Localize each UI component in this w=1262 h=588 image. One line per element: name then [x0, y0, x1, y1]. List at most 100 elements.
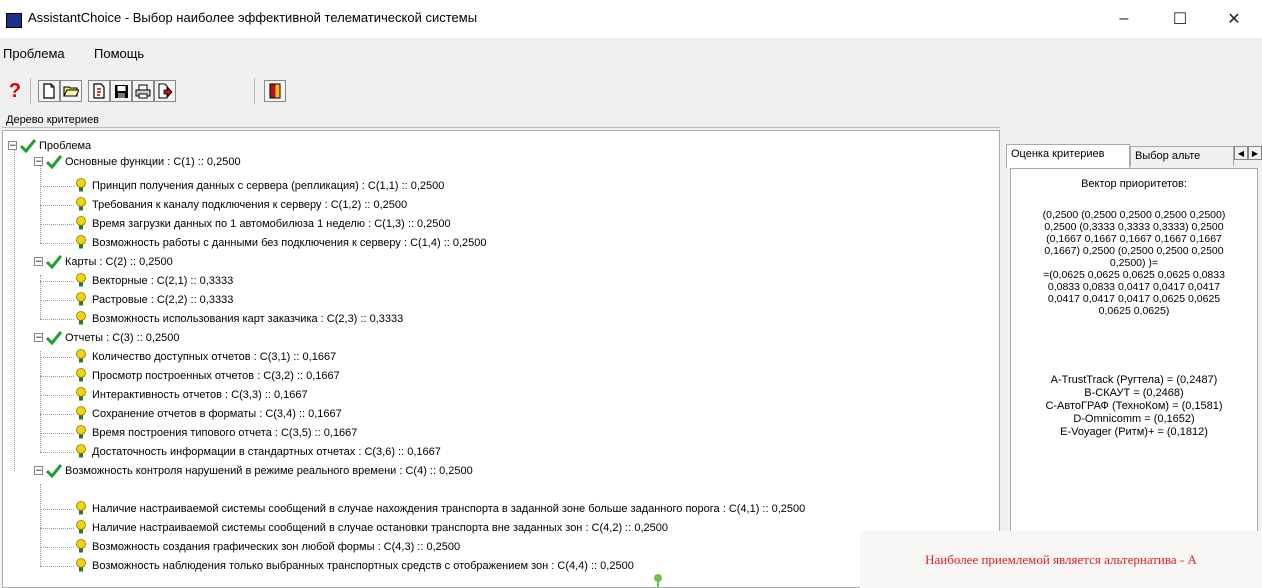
tree-node-leaf[interactable]: Наличие настраиваемой системы сообщений … — [75, 518, 668, 537]
tree-node-leaf[interactable]: Сохранение отчетов в форматы : C(3,4) ::… — [75, 404, 342, 423]
criteria-tree-panel: Дерево критериев − Проблема − Основные ф… — [2, 114, 1000, 588]
lightbulb-icon — [76, 387, 86, 401]
tree-connector — [40, 205, 74, 206]
lightbulb-icon — [76, 311, 86, 325]
menu-problem[interactable]: Проблема — [3, 46, 65, 61]
tab-bar: Оценка критериев Выбор альте ◀ ▶ — [1006, 144, 1262, 168]
exit-icon — [269, 83, 281, 99]
app-icon — [6, 13, 22, 28]
tree-connector — [40, 509, 74, 510]
tree-connector — [40, 566, 74, 567]
tree-connector — [40, 300, 74, 301]
menu-help[interactable]: Помощь — [94, 46, 144, 61]
tab-scroll-left-icon[interactable]: ◀ — [1234, 146, 1248, 160]
open-button[interactable] — [60, 80, 82, 102]
tree-connector — [40, 395, 74, 396]
tree-connector — [40, 433, 74, 434]
lightbulb-icon — [76, 368, 86, 382]
tree-connector — [40, 452, 74, 453]
check-icon — [46, 154, 62, 169]
tree-connector — [14, 147, 15, 471]
tree-node-leaf[interactable]: Интерактивность отчетов : C(3,3) :: 0,16… — [75, 385, 308, 404]
tree-node-leaf[interactable]: Возможность использования карт заказчика… — [75, 309, 403, 328]
tree-node-leaf[interactable]: Растровые : C(2,2) :: 0,3333 — [75, 290, 233, 309]
alternative-item: E-Voyager (Ритм)+ = (0,1812) — [1060, 426, 1208, 438]
save-button[interactable] — [110, 80, 132, 102]
collapse-icon[interactable]: − — [8, 141, 17, 151]
tree-connector — [40, 161, 41, 243]
tree-connector — [40, 357, 74, 358]
tree-panel-title: Дерево критериев — [2, 114, 1000, 128]
collapse-icon[interactable]: − — [34, 333, 43, 343]
tree-connector — [40, 281, 74, 282]
tree-node-leaf[interactable]: Время загрузки данных по 1 автомобилюза … — [75, 214, 451, 233]
tree-node-group[interactable]: − Карты : C(2) :: 0,2500 — [34, 252, 173, 271]
tree-node-leaf[interactable]: Просмотр построенных отчетов : C(3,2) ::… — [75, 366, 340, 385]
export-button[interactable] — [154, 80, 176, 102]
open-file-icon — [93, 83, 105, 99]
collapse-icon[interactable]: − — [34, 466, 43, 476]
close-button[interactable]: ✕ — [1211, 4, 1257, 34]
vector-line: 0,0625 0,0625) — [1098, 305, 1170, 317]
tree-node-group[interactable]: − Основные функции : C(1) :: 0,2500 — [34, 152, 241, 171]
tree-node-label: Возможность контроля нарушений в режиме … — [65, 464, 473, 477]
tree-node-leaf[interactable]: Требования к каналу подключения к сервер… — [75, 195, 407, 214]
vector-line: (0,2500 (0,2500 0,2500 0,2500 0,2500) — [1042, 209, 1226, 221]
alternative-item: C-АвтоГРАФ (ТехноКом) = (0,1581) — [1045, 400, 1223, 412]
priority-vector-title: Вектор приоритетов: — [1081, 178, 1187, 190]
minimize-button[interactable]: – — [1101, 4, 1147, 34]
tree-node-leaf[interactable]: Возможность работы с данными без подключ… — [75, 233, 487, 252]
tree-node-leaf[interactable]: Время построения типового отчета : C(3,5… — [75, 423, 357, 442]
collapse-icon[interactable]: − — [34, 257, 43, 267]
exit-button[interactable] — [264, 80, 286, 102]
vector-line: 0,0833 0,0833 0,0417 0,0417 0,0417 — [1047, 281, 1221, 293]
tree-connector — [40, 376, 74, 377]
tree-node-group[interactable]: − Возможность контроля нарушений в режим… — [34, 461, 473, 480]
tree-node-label: Возможность наблюдения только выбранных … — [92, 559, 634, 572]
alternatives-list: A-TrustTrack (Ругтела) = (0,2487) B-СКАУ… — [1011, 374, 1257, 439]
tree-node-label: Возможность использования карт заказчика… — [92, 312, 404, 325]
tree-node-leaf[interactable]: Наличие настраиваемой системы сообщений … — [75, 499, 805, 518]
tree-node-leaf[interactable]: Возможность создания графических зон люб… — [75, 537, 460, 556]
check-icon — [46, 463, 62, 478]
tree-node-group[interactable]: − Отчеты : C(3) :: 0,2500 — [34, 328, 179, 347]
maximize-button[interactable]: ☐ — [1157, 4, 1203, 34]
tree-node-leaf[interactable]: Возможность наблюдения только выбранных … — [75, 556, 634, 575]
tab-alternative-choice[interactable]: Выбор альте — [1130, 146, 1234, 166]
tree-connector — [40, 319, 74, 320]
export-icon — [158, 83, 173, 99]
tree-node-leaf[interactable]: Принцип получения данных с сервера (репл… — [75, 176, 444, 195]
tab-criteria-evaluation[interactable]: Оценка критериев — [1006, 144, 1130, 168]
tree-node-leaf[interactable]: Достаточность информации в стандартных о… — [75, 442, 441, 461]
help-button[interactable]: ? — [4, 80, 26, 102]
tree-node-label: Основные функции : C(1) :: 0,2500 — [65, 155, 241, 168]
tree-node-label: Наличие настраиваемой системы сообщений … — [92, 521, 668, 534]
evaluation-panel: Оценка критериев Выбор альте ◀ ▶ Вектор … — [1006, 144, 1262, 588]
resize-handle[interactable] — [654, 574, 662, 582]
resize-handle-stem — [657, 582, 659, 588]
lightbulb-icon — [76, 197, 86, 211]
open-file-button[interactable] — [88, 80, 110, 102]
tree-node-leaf[interactable]: Количество доступных отчетов : C(3,1) ::… — [75, 347, 336, 366]
vector-line: 0,2500) )= — [1109, 257, 1159, 269]
save-icon — [114, 84, 128, 98]
tree-node-label: Принцип получения данных с сервера (репл… — [92, 179, 445, 192]
vector-line: (0,1667 0,1667 0,1667 0,1667 0,1667 — [1046, 233, 1222, 245]
collapse-icon[interactable]: − — [34, 157, 43, 167]
tab-scroll-right-icon[interactable]: ▶ — [1248, 146, 1262, 160]
tree-connector — [40, 351, 41, 452]
check-icon — [46, 254, 62, 269]
tree-node-label: Проблема — [39, 139, 92, 152]
tree-node-label: Требования к каналу подключения к сервер… — [92, 198, 408, 211]
new-button[interactable] — [38, 80, 60, 102]
lightbulb-icon — [76, 235, 86, 249]
tree-connector — [40, 547, 74, 548]
alternative-item: D-Omnicomm = (0,1652) — [1073, 413, 1195, 425]
priority-vector: (0,2500 (0,2500 0,2500 0,2500 0,2500) 0,… — [1013, 209, 1255, 317]
lightbulb-icon — [76, 349, 86, 363]
print-button[interactable] — [132, 80, 154, 102]
criteria-tree[interactable]: − Проблема − Основные функции : C(1) :: … — [2, 130, 1000, 588]
lightbulb-icon — [76, 292, 86, 306]
tree-node-leaf[interactable]: Векторные : C(2,1) :: 0,3333 — [75, 271, 233, 290]
tree-node-label: Количество доступных отчетов : C(3,1) ::… — [92, 350, 337, 363]
